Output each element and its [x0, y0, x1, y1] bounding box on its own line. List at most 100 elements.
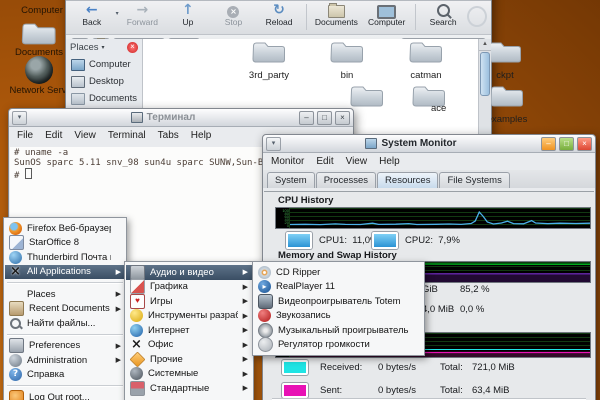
- tab[interactable]: System: [267, 172, 315, 188]
- menu-item[interactable]: Edit: [316, 156, 333, 167]
- menu-item[interactable]: RealPlayer 11 ▶: [254, 280, 423, 295]
- system-icon: [130, 367, 143, 380]
- thunderbird-icon: [9, 251, 22, 264]
- sound-recorder-icon: [258, 309, 271, 322]
- submenu-arrow-icon: ▶: [116, 268, 121, 276]
- menu-item[interactable]: All Applications ▶: [5, 265, 125, 280]
- maximize-button[interactable]: □: [317, 111, 332, 125]
- scrollbar-thumb[interactable]: [480, 52, 490, 96]
- places-header[interactable]: Places: [70, 42, 99, 53]
- submenu-arrow-icon: ▶: [116, 305, 121, 313]
- back-button[interactable]: ← Back: [70, 2, 114, 27]
- computer-button[interactable]: Computer: [363, 2, 410, 27]
- system-monitor-menubar: Monitor Edit View Help: [263, 153, 595, 170]
- terminal-icon: [131, 112, 143, 123]
- menu-item[interactable]: Найти файлы... ▶: [5, 316, 125, 331]
- menu-item[interactable]: View: [346, 156, 368, 167]
- submenu-arrow-icon: ▶: [116, 356, 121, 364]
- swap-percent: 0,0 %: [460, 304, 484, 315]
- sidebar-place-item[interactable]: Desktop: [66, 73, 142, 90]
- menu-item[interactable]: Terminal: [108, 130, 146, 141]
- cpu-history-graph: 100806040200: [275, 207, 591, 229]
- search-button[interactable]: Search: [421, 2, 465, 27]
- menu-item[interactable]: Log Out root... ▶: [5, 390, 125, 400]
- menu-item[interactable]: Recent Documents ▶: [5, 302, 125, 317]
- menu-item[interactable]: StarOffice 8 ▶: [5, 236, 125, 251]
- minimize-button[interactable]: –: [541, 137, 556, 151]
- menu-item[interactable]: Графика ▶: [126, 280, 252, 295]
- folder-item[interactable]: catman: [390, 39, 462, 81]
- find-files-icon: [9, 317, 22, 330]
- minimize-button[interactable]: –: [299, 111, 314, 125]
- graphics-icon: [130, 279, 145, 294]
- menu-item[interactable]: Музыкальный проигрыватель Rhythmbox ▶: [254, 323, 423, 338]
- tab[interactable]: File Systems: [439, 172, 509, 188]
- forward-button[interactable]: → Forward: [121, 2, 165, 27]
- menu-item[interactable]: Инструменты разработки ▶: [126, 309, 252, 324]
- sidebar-place-item[interactable]: Documents: [66, 90, 142, 107]
- menu-item[interactable]: CD Ripper ▶: [254, 265, 423, 280]
- menu-item[interactable]: Справка ▶: [5, 368, 125, 383]
- cd-ripper-icon: [258, 266, 271, 279]
- menu-item[interactable]: Аудио и видео ▶: [126, 265, 252, 280]
- menu-item[interactable]: File: [17, 130, 33, 141]
- folder-item[interactable]: 3rd_party: [233, 39, 305, 81]
- folder-icon: [330, 39, 364, 65]
- sent-swatch: [282, 383, 308, 398]
- close-button[interactable]: ×: [335, 111, 350, 125]
- menu-item[interactable]: Monitor: [271, 156, 304, 167]
- close-button[interactable]: ×: [577, 137, 592, 151]
- submenu-arrow-icon: ▶: [243, 326, 248, 334]
- folder-item[interactable]: [393, 83, 465, 114]
- cpu2-legend: CPU2: 7,9%: [372, 232, 460, 249]
- scroll-up-icon[interactable]: ▲: [479, 39, 491, 51]
- window-menu-icon[interactable]: ▾: [12, 111, 27, 125]
- reload-button[interactable]: ↻ Reload: [257, 2, 301, 27]
- menu-item[interactable]: Edit: [45, 130, 62, 141]
- menu-item[interactable]: Звукозапись ▶: [254, 309, 423, 324]
- main-menu: Firefox Веб-браузер ▶ StarOffice 8 ▶ Thu…: [3, 217, 127, 400]
- administration-icon: [9, 354, 22, 367]
- menu-item[interactable]: View: [74, 130, 96, 141]
- sidebar-place-item[interactable]: Computer: [66, 56, 142, 73]
- menu-item[interactable]: Administration ▶: [5, 353, 125, 368]
- folder-icon: [252, 39, 286, 65]
- menu-item[interactable]: Preferences ▶: [5, 339, 125, 354]
- back-dropdown-icon[interactable]: ▾: [116, 10, 119, 17]
- stop-button[interactable]: × Stop: [212, 2, 256, 27]
- terminal-titlebar[interactable]: ▾ Терминал – □ ×: [9, 109, 353, 127]
- toolbar-separator: [306, 4, 307, 30]
- close-sidebar-icon[interactable]: ×: [127, 42, 138, 53]
- tab[interactable]: Processes: [316, 172, 376, 188]
- cpu1-legend: CPU1: 11,0%: [286, 232, 379, 249]
- folder-icon: [409, 39, 443, 65]
- toolbar-separator: [415, 4, 416, 30]
- folder-item[interactable]: bin: [311, 39, 383, 81]
- window-menu-icon[interactable]: ▾: [266, 137, 281, 151]
- submenu-arrow-icon: ▶: [116, 290, 121, 298]
- menu-item[interactable]: Системные ▶: [126, 367, 252, 382]
- accessories-icon: [130, 381, 145, 396]
- menu-item[interactable]: Thunderbird Почта и новости ▶: [5, 250, 125, 265]
- tab[interactable]: Resources: [377, 172, 438, 188]
- submenu-arrow-icon: ▶: [243, 355, 248, 363]
- system-monitor-titlebar[interactable]: ▾ System Monitor – □ ×: [263, 135, 595, 153]
- menu-item[interactable]: Регулятор громкости ▶: [254, 338, 423, 353]
- menu-item[interactable]: Tabs: [158, 130, 179, 141]
- maximize-button[interactable]: □: [559, 137, 574, 151]
- menu-item[interactable]: Firefox Веб-браузер ▶: [5, 221, 125, 236]
- file-manager-menubar[interactable]: [66, 0, 491, 1]
- menu-item[interactable]: Прочие ▶: [126, 352, 252, 367]
- recent-documents-icon: [9, 301, 24, 316]
- menu-item[interactable]: Офис ▶: [126, 338, 252, 353]
- cpu2-swatch: [372, 232, 398, 249]
- up-button[interactable]: ↑ Up: [166, 2, 210, 27]
- menu-item[interactable]: Help: [379, 156, 400, 167]
- menu-item[interactable]: Places ▶: [5, 287, 125, 302]
- menu-item[interactable]: Help: [191, 130, 212, 141]
- menu-item[interactable]: Игры ▶: [126, 294, 252, 309]
- menu-item[interactable]: Стандартные ▶: [126, 381, 252, 396]
- menu-item[interactable]: Видеопроигрыватель Totem ▶: [254, 294, 423, 309]
- documents-button[interactable]: Documents: [312, 2, 361, 27]
- menu-item[interactable]: Интернет ▶: [126, 323, 252, 338]
